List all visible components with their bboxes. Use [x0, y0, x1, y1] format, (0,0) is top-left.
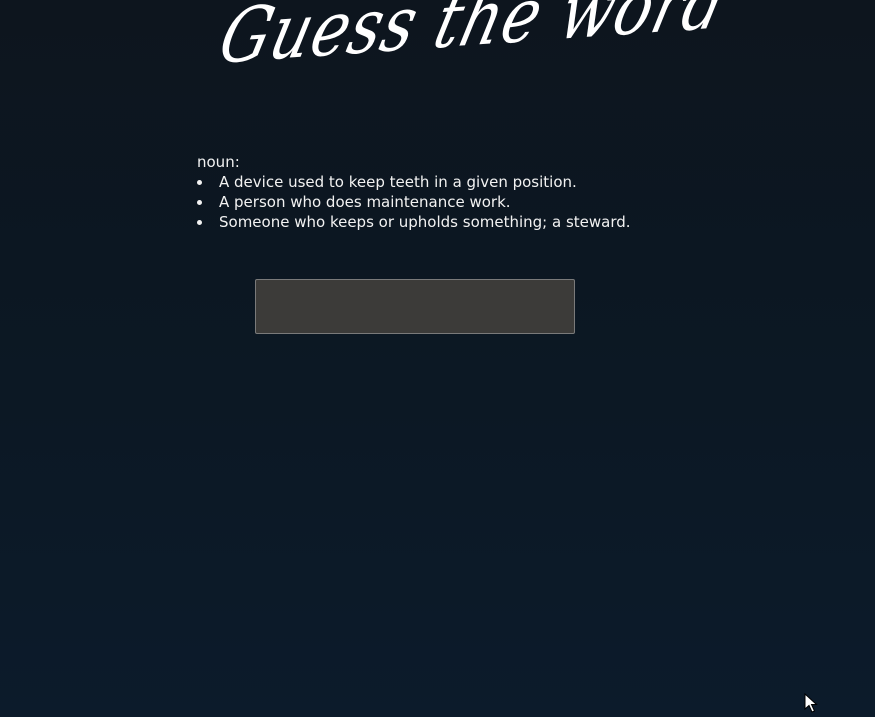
definition-item: A device used to keep teeth in a given p… — [197, 172, 631, 192]
definition-text: A device used to keep teeth in a given p… — [219, 173, 577, 191]
bullet-icon — [197, 220, 202, 225]
mouse-pointer-icon — [804, 693, 818, 713]
definition-text: Someone who keeps or upholds something; … — [219, 213, 631, 231]
guess-input[interactable] — [255, 279, 575, 334]
definition-item: A person who does maintenance work. — [197, 192, 631, 212]
definition-list: A device used to keep teeth in a given p… — [197, 172, 631, 232]
part-of-speech: noun: — [197, 153, 240, 171]
bullet-icon — [197, 180, 202, 185]
definition-item: Someone who keeps or upholds something; … — [197, 212, 631, 232]
definition-text: A person who does maintenance work. — [219, 193, 511, 211]
bullet-icon — [197, 200, 202, 205]
page-title: Guess the word — [211, 0, 737, 82]
definition-block: noun: A device used to keep teeth in a g… — [197, 152, 631, 232]
